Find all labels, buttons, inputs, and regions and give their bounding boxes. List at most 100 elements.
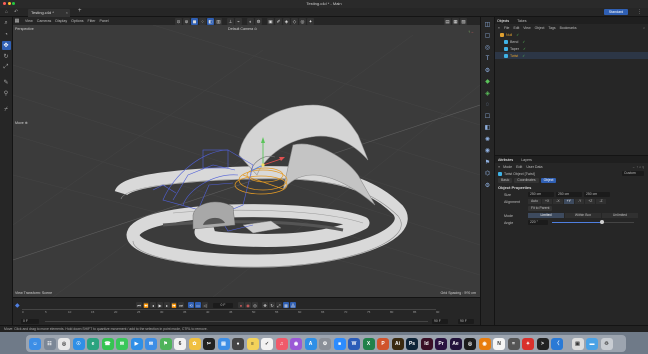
axis-icon[interactable]: ⊥	[227, 18, 234, 25]
material-icon[interactable]: ◉	[483, 146, 492, 155]
angle-slider-handle[interactable]	[600, 220, 605, 225]
dock-app-calendar-icon[interactable]: 6	[174, 337, 186, 350]
tab-takes[interactable]: Takes	[517, 19, 526, 23]
keyframe-selection-icon[interactable]: ◎	[252, 302, 258, 308]
3d-viewport[interactable]: Perspective Default Camera ⊙ Move ⊕ View…	[13, 25, 480, 297]
size-x-field[interactable]: 250 cm	[528, 192, 554, 197]
dock-app-vscode-icon[interactable]: 〈	[551, 337, 563, 350]
tab-attributes[interactable]: Attributes	[498, 158, 513, 162]
alignment-minus-x[interactable]: -X	[553, 199, 563, 204]
scale-tool-icon[interactable]: ⤢	[2, 63, 11, 72]
dock-app-mail-icon[interactable]: ✉	[145, 337, 157, 350]
dock-app-facetime-icon[interactable]: ▶	[130, 337, 143, 350]
dock-app-notion-icon[interactable]: N	[493, 337, 505, 350]
dock-app-folder-icon[interactable]: ▬	[586, 337, 598, 350]
end-frame-field[interactable]: 90 F	[432, 318, 448, 324]
menu-view[interactable]: View	[25, 19, 33, 23]
dock-app-cinema4d-icon[interactable]: ◎	[464, 337, 476, 350]
current-frame-field[interactable]: 0 F	[213, 302, 233, 308]
object-row-twist[interactable]: Twist ✓	[495, 52, 648, 59]
new-tab-icon[interactable]: +	[78, 8, 82, 14]
snap-icon[interactable]: ⌁	[235, 18, 242, 25]
objects-menu-edit[interactable]: Edit	[513, 26, 519, 30]
move-tool-icon[interactable]: ✥	[1, 41, 11, 50]
brush-tool-icon[interactable]: ✎	[2, 78, 11, 87]
generator-icon[interactable]: ◈	[283, 18, 290, 25]
dock-app-illustrator-icon[interactable]: Ai	[391, 337, 404, 350]
angle-field[interactable]: 220 °	[528, 220, 548, 225]
size-z-field[interactable]: 250 cm	[584, 192, 610, 197]
dock-app-trash-icon[interactable]: ♲	[600, 337, 613, 350]
object-row-taper[interactable]: Taper ✓	[495, 45, 648, 52]
search-icon[interactable]: ⌕	[2, 19, 11, 28]
camera-icon[interactable]: ◧	[483, 123, 492, 132]
max-frame-field[interactable]: 90 F	[458, 318, 474, 324]
object-row-bend[interactable]: Bend ✓	[495, 38, 648, 45]
dock-app-acrobat-icon[interactable]: ✦	[522, 337, 534, 350]
go-to-start-icon[interactable]: ⏮	[136, 302, 142, 308]
alignment-minus-z[interactable]: -Z	[596, 199, 606, 204]
knife-tool-icon[interactable]: ⌿	[2, 106, 11, 115]
loop-icon[interactable]: ⟲	[188, 302, 194, 308]
dock-app-blender-icon[interactable]: ◉	[478, 337, 491, 350]
dock-app-edge-icon[interactable]: e	[87, 337, 99, 350]
sculpt-tool-icon[interactable]: ⚲	[2, 89, 11, 98]
dock-app-chrome-icon[interactable]: ◎	[58, 337, 70, 350]
tab-basic[interactable]: Basic	[498, 178, 513, 183]
rotate-tool-icon[interactable]: ↻	[2, 52, 11, 61]
select-tool-icon[interactable]: ◔	[2, 30, 11, 39]
objects-menu-object[interactable]: Object	[535, 26, 545, 30]
dock-app-davinci-icon[interactable]: ●	[232, 337, 244, 350]
range-slider[interactable]	[45, 320, 428, 322]
dock-app-photos-icon[interactable]: ✿	[188, 337, 201, 350]
render-settings-icon[interactable]: ⚙	[255, 18, 262, 25]
settings-icon[interactable]: ⚙	[483, 181, 492, 190]
menu-panel[interactable]: Panel	[100, 19, 109, 23]
mode-limited[interactable]: Limited	[528, 213, 564, 218]
home-icon[interactable]: ⌂	[5, 9, 8, 15]
object-row-null[interactable]: Null ✓	[495, 31, 648, 38]
size-y-field[interactable]: 250 cm	[556, 192, 582, 197]
dock-app-after-effects-icon[interactable]: Ae	[449, 337, 462, 350]
field-icon[interactable]: ◎	[299, 18, 306, 25]
dock-app-terminal-icon[interactable]: >	[536, 337, 549, 350]
play-icon[interactable]: ▶	[157, 302, 163, 308]
fit-to-parent-button[interactable]: Fit to Parent	[528, 206, 553, 211]
angle-slider[interactable]	[552, 220, 634, 225]
scale-key-icon[interactable]: ⤢	[276, 302, 282, 308]
start-frame-field[interactable]: 0 F	[21, 318, 39, 324]
undo-button-icon[interactable]: ⊙	[175, 18, 182, 25]
menu-cameras[interactable]: Cameras	[37, 19, 52, 23]
dock-app-messages-icon[interactable]: ✉	[116, 337, 128, 350]
dock-app-reminders-icon[interactable]: ✓	[261, 337, 273, 350]
dock-app-excel-icon[interactable]: X	[362, 337, 375, 350]
dock-app-system-settings-icon[interactable]: ⚙	[319, 337, 331, 350]
enabled-check-icon[interactable]: ✓	[523, 47, 526, 51]
light-icon[interactable]: ✦	[307, 18, 314, 25]
alignment-minus-y[interactable]: -Y	[574, 199, 585, 204]
objects-menu-view[interactable]: View	[523, 26, 530, 30]
dock-app-keynote-icon[interactable]: ▤	[217, 337, 230, 350]
nav-arrows-icon[interactable]: ← ↑ ⌕ ⚲	[632, 165, 644, 169]
next-frame-icon[interactable]: ▸	[164, 302, 170, 308]
text-icon[interactable]: T	[483, 54, 492, 63]
light-icon[interactable]: ✺	[483, 135, 492, 144]
position-key-icon[interactable]: ✥	[262, 302, 268, 308]
menu-filter[interactable]: Filter	[88, 19, 96, 23]
dock-app-powerpoint-icon[interactable]: P	[377, 337, 389, 350]
dock-app-indesign-icon[interactable]: Id	[420, 337, 433, 350]
picture-viewer-icon[interactable]: ▧	[460, 18, 467, 25]
dock-app-zoom-icon[interactable]: ■	[333, 337, 346, 350]
menu-icon[interactable]: ≡	[498, 165, 500, 169]
menu-display[interactable]: Display	[55, 19, 67, 23]
model-mode-icon[interactable]: ◼	[191, 18, 198, 25]
deformer-icon[interactable]: ◈	[483, 89, 492, 98]
dock-app-word-icon[interactable]: W	[348, 337, 360, 350]
dock-app-launchpad-icon[interactable]: ☷	[43, 337, 56, 350]
render-view-icon[interactable]: ◐	[247, 18, 254, 25]
python-icon[interactable]: ⌬	[483, 169, 492, 178]
dock-app-final-cut-icon[interactable]: ✂	[203, 337, 215, 350]
visibility-check-icon[interactable]: ✓	[516, 33, 519, 37]
dock-app-notes-icon[interactable]: ≡	[246, 337, 259, 350]
more-menu-icon[interactable]: ⋮	[637, 9, 642, 15]
